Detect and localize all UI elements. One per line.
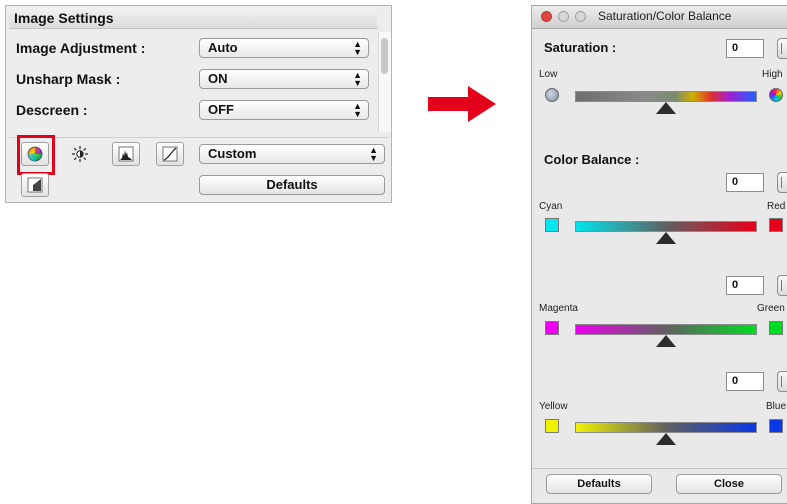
dialog-defaults-button[interactable]: Defaults [546,474,652,494]
dialog-divider [532,468,787,469]
cyan-red-slider-track[interactable] [575,221,757,232]
saturation-stepper[interactable] [777,38,787,59]
yellow-label: Yellow [539,401,568,412]
magenta-swatch [545,321,559,335]
image-settings-title: Image Settings [9,8,377,29]
window-zoom-icon[interactable] [575,11,586,22]
arrow-shape [428,86,496,122]
cyan-swatch [545,218,559,232]
saturation-label: Saturation : [544,40,617,55]
blue-swatch [769,419,783,433]
selection-highlight-box [17,135,55,175]
descreen-value: OFF [208,102,234,117]
yellow-blue-slider-thumb[interactable] [656,433,676,445]
low-saturation-icon [545,88,559,102]
tone-settings-select[interactable]: Custom ▲ ▼ [199,144,385,164]
image-adjustment-select[interactable]: Auto ▲ ▼ [199,38,369,58]
cyan-red-value-field[interactable]: 0 [726,173,764,192]
select-arrows-icon: ▲ ▼ [353,39,362,57]
image-settings-panel: Image Settings Image Adjustment : Auto ▲… [5,5,392,203]
window-close-icon[interactable] [541,11,552,22]
unsharp-mask-label: Unsharp Mask : [16,71,121,87]
select-arrows-icon: ▲ ▼ [353,101,362,119]
image-adjustment-label: Image Adjustment : [16,40,146,56]
unsharp-mask-select[interactable]: ON ▲ ▼ [199,69,369,89]
yellow-swatch [545,419,559,433]
defaults-button[interactable]: Defaults [199,175,385,195]
histogram-button[interactable] [112,142,140,166]
settings-scrollbar[interactable] [378,32,391,132]
cyan-red-slider-thumb[interactable] [656,232,676,244]
magenta-green-slider-thumb[interactable] [656,335,676,347]
yellow-blue-value-field[interactable]: 0 [726,372,764,391]
dialog-title: Saturation/Color Balance [598,9,732,23]
descreen-label: Descreen : [16,102,88,118]
threshold-icon [27,177,43,193]
select-arrows-icon: ▲ ▼ [369,145,378,163]
brightness-contrast-button[interactable] [66,142,94,166]
saturation-value-field[interactable]: 0 [726,39,764,58]
yellow-blue-slider-track[interactable] [575,422,757,433]
magenta-green-stepper[interactable] [777,275,787,296]
saturation-high-label: High [762,69,783,80]
tone-curve-icon [162,146,178,162]
dialog-titlebar: Saturation/Color Balance [532,6,787,29]
right-arrow-icon [428,86,496,122]
saturation-color-balance-dialog: Saturation/Color Balance Saturation : 0 … [531,5,787,504]
histogram-icon [118,146,134,162]
magenta-green-value-field[interactable]: 0 [726,276,764,295]
saturation-slider-thumb[interactable] [656,102,676,114]
tone-curve-button[interactable] [156,142,184,166]
scrollbar-thumb[interactable] [381,38,388,74]
descreen-select[interactable]: OFF ▲ ▼ [199,100,369,120]
green-swatch [769,321,783,335]
red-label: Red [767,201,786,212]
unsharp-mask-value: ON [208,71,228,86]
magenta-green-slider-track[interactable] [575,324,757,335]
cyan-label: Cyan [539,201,563,212]
green-label: Green [757,303,785,314]
red-swatch [769,218,783,232]
select-arrows-icon: ▲ ▼ [353,70,362,88]
window-minimize-icon[interactable] [558,11,569,22]
threshold-button[interactable] [21,173,49,197]
magenta-label: Magenta [539,303,578,314]
saturation-slider-track[interactable] [575,91,757,102]
blue-label: Blue [766,401,787,412]
yellow-blue-stepper[interactable] [777,371,787,392]
dialog-close-button[interactable]: Close [676,474,782,494]
tone-settings-value: Custom [208,146,257,161]
color-balance-label: Color Balance : [544,152,640,167]
high-saturation-icon [769,88,783,102]
cyan-red-stepper[interactable] [777,172,787,193]
image-adjustment-value: Auto [208,40,238,55]
saturation-low-label: Low [539,69,558,80]
divider [9,137,389,138]
brightness-contrast-icon [72,146,88,162]
